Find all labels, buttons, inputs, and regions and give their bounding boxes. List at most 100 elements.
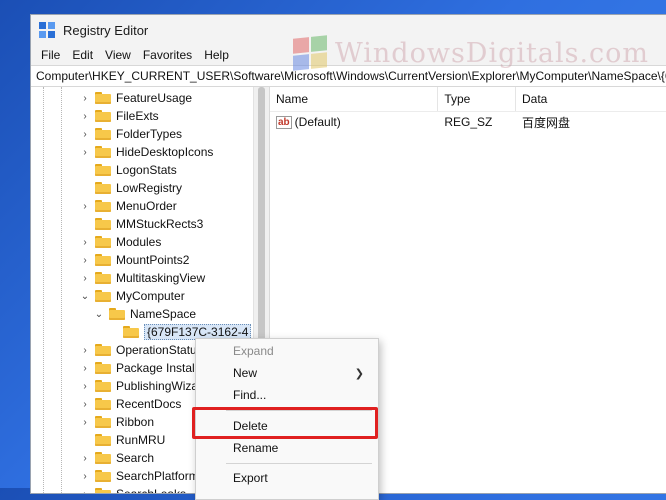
- folder-icon: [95, 164, 111, 176]
- chevron-right-icon[interactable]: ›: [79, 416, 91, 428]
- tree-item[interactable]: ›SearchLeaks: [79, 485, 186, 493]
- folder-icon: [95, 182, 111, 194]
- tree-guide-line: [61, 87, 62, 493]
- chevron-right-icon[interactable]: ›: [79, 254, 91, 266]
- tree-item[interactable]: LowRegistry: [79, 179, 182, 197]
- tree-item[interactable]: › Ribbon: [79, 413, 154, 431]
- value-row[interactable]: ab (Default) REG_SZ 百度网盘: [270, 112, 666, 132]
- chevron-right-icon[interactable]: ›: [79, 344, 91, 356]
- menu-help[interactable]: Help: [198, 48, 235, 62]
- folder-icon: [95, 488, 111, 493]
- menu-favorites[interactable]: Favorites: [137, 48, 198, 62]
- context-menu-rename[interactable]: Rename: [196, 437, 378, 459]
- rename-label: Rename: [233, 441, 279, 455]
- chevron-right-icon[interactable]: ›: [79, 236, 91, 248]
- tree-scrollbar-thumb[interactable]: [258, 87, 265, 347]
- tree-item[interactable]: › MountPoints2: [79, 251, 189, 269]
- tree-item-label: FileExts: [116, 109, 159, 123]
- export-label: Export: [233, 471, 268, 485]
- tree-item[interactable]: › Modules: [79, 233, 161, 251]
- tree-item-label: LogonStats: [116, 163, 177, 177]
- tree-item[interactable]: › FileExts: [79, 107, 159, 125]
- chevron-right-icon[interactable]: ›: [79, 362, 91, 374]
- tree-item-label: RecentDocs: [116, 397, 182, 411]
- values-header: Name Type Data: [270, 87, 666, 112]
- watermark-text: WindowsDigitals.com: [335, 37, 650, 69]
- tree-item[interactable]: › Package Installa: [79, 359, 204, 377]
- tree-item-label: Search: [116, 451, 155, 465]
- string-value-icon: ab: [276, 115, 292, 129]
- menu-edit[interactable]: Edit: [66, 48, 99, 62]
- tree-item[interactable]: › HideDesktopIcons: [79, 143, 213, 161]
- column-type-header[interactable]: Type: [438, 87, 516, 111]
- tree-item-label: MenuOrder: [116, 199, 177, 213]
- context-menu-export[interactable]: Export: [196, 467, 378, 489]
- tree-item[interactable]: › RecentDocs: [79, 395, 181, 413]
- context-menu-expand[interactable]: Expand: [196, 340, 378, 362]
- chevron-right-icon[interactable]: ›: [79, 200, 91, 212]
- chevron-down-icon[interactable]: ⌄: [79, 290, 91, 302]
- column-data-header[interactable]: Data: [516, 87, 666, 111]
- tree-item[interactable]: › OperationStatus: [79, 341, 203, 359]
- menu-file[interactable]: File: [35, 48, 66, 62]
- folder-icon: [95, 434, 111, 446]
- chevron-right-icon[interactable]: ›: [79, 92, 91, 104]
- tree-item[interactable]: › MenuOrder: [79, 197, 177, 215]
- folder-icon: [95, 272, 111, 284]
- tree-item[interactable]: › Search: [79, 449, 154, 467]
- tree-item-label: SearchPlatform: [116, 469, 199, 483]
- tree-item[interactable]: › SearchPlatform: [79, 467, 199, 485]
- tree-item-label: MountPoints2: [116, 253, 190, 267]
- tree-item-label: MultitaskingView: [116, 271, 206, 285]
- chevron-right-icon[interactable]: ›: [79, 380, 91, 392]
- value-type: REG_SZ: [444, 115, 493, 129]
- tree-guide-line: [43, 87, 44, 493]
- chevron-down-icon[interactable]: ⌄: [93, 308, 105, 320]
- tree-item[interactable]: ⌄ NameSpace: [93, 305, 196, 323]
- folder-icon: [95, 290, 111, 302]
- tree-item-label: OperationStatus: [116, 343, 203, 357]
- tree-item[interactable]: ⌄ MyComputer: [79, 287, 185, 305]
- windows-logo-icon: [293, 35, 327, 71]
- chevron-right-icon[interactable]: ›: [79, 398, 91, 410]
- tree-item[interactable]: RunMRU: [79, 431, 165, 449]
- window-title: Registry Editor: [63, 22, 149, 38]
- chevron-right-icon[interactable]: ›: [79, 488, 91, 494]
- folder-icon: [109, 308, 125, 320]
- context-menu-find[interactable]: Find...: [196, 384, 378, 406]
- folder-icon: [95, 362, 111, 374]
- chevron-right-icon[interactable]: ›: [79, 272, 91, 284]
- watermark: WindowsDigitals.com: [293, 35, 650, 71]
- tree-item-label: RunMRU: [116, 433, 166, 447]
- find-label: Find...: [233, 388, 267, 402]
- tree-item[interactable]: MMStuckRects3: [79, 215, 203, 233]
- context-menu-separator: [226, 463, 372, 464]
- context-menu-new[interactable]: New ❯: [196, 362, 378, 384]
- tree-item[interactable]: › PublishingWiza: [79, 377, 198, 395]
- value-name-cell: ab (Default): [270, 115, 438, 129]
- chevron-right-icon[interactable]: ›: [79, 128, 91, 140]
- new-label: New: [233, 366, 258, 380]
- folder-icon: [95, 218, 111, 230]
- tree-item-label: Modules: [116, 235, 162, 249]
- tree-item[interactable]: › FeatureUsage: [79, 89, 192, 107]
- chevron-right-icon[interactable]: ›: [79, 146, 91, 158]
- tree-item[interactable]: LogonStats: [79, 161, 177, 179]
- folder-icon: [95, 110, 111, 122]
- expand-label: Expand: [233, 344, 274, 358]
- folder-icon: [95, 254, 111, 266]
- tree-item-label: FeatureUsage: [116, 91, 193, 105]
- column-name-header[interactable]: Name: [270, 87, 439, 111]
- tree-item[interactable]: › MultitaskingView: [79, 269, 205, 287]
- chevron-right-icon[interactable]: ›: [79, 470, 91, 482]
- menu-view[interactable]: View: [99, 48, 137, 62]
- tree-item-label: FolderTypes: [116, 127, 183, 141]
- chevron-right-icon[interactable]: ›: [79, 452, 91, 464]
- folder-icon: [95, 416, 111, 428]
- tree-item-label: MyComputer: [116, 289, 185, 303]
- chevron-right-icon[interactable]: ›: [79, 110, 91, 122]
- folder-icon: [95, 452, 111, 464]
- tree-item[interactable]: › FolderTypes: [79, 125, 182, 143]
